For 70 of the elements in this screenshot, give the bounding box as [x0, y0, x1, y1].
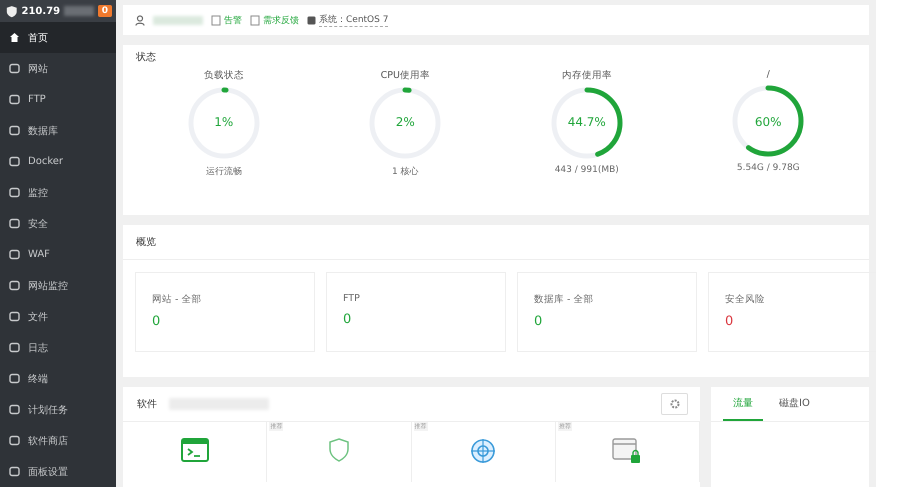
system-info[interactable]: 系统：CentOS 7 [319, 13, 388, 27]
tile-label: FTP [343, 293, 361, 304]
card-title: 概览 [123, 225, 869, 260]
menu-item[interactable]: 日志 [0, 332, 116, 363]
tile-label: 数据库 - 全部 [534, 293, 594, 306]
menu-item[interactable]: 文件 [0, 301, 116, 332]
gauge-detail: 443 / 991(MB) [554, 165, 619, 175]
menu-item[interactable]: 监控 [0, 177, 116, 208]
tile-label: 网站 - 全部 [152, 293, 202, 306]
menu-icon [9, 187, 20, 198]
card-title: 状态 [135, 50, 157, 65]
menu-icon [9, 404, 20, 415]
menu-icon [9, 156, 20, 167]
menu-icon [9, 373, 20, 384]
gauge-label: / [766, 69, 770, 80]
terminal-icon [180, 438, 209, 462]
tile-count: 0 [343, 312, 352, 327]
overview-tile[interactable]: 网站 - 全部 0 [135, 272, 315, 352]
menu-icon [9, 435, 20, 446]
tab[interactable]: 磁盘IO [769, 387, 820, 421]
gauge-value: 44.7% [568, 115, 606, 129]
settings-button[interactable] [661, 393, 688, 415]
menu-item[interactable]: 首页 [0, 22, 116, 53]
overview-tile[interactable]: 数据库 - 全部 0 [517, 272, 697, 352]
menu-item[interactable]: WAF [0, 239, 116, 270]
shield-icon [6, 4, 18, 18]
menu-icon [9, 218, 20, 229]
window-lock-icon [612, 438, 642, 464]
settings-icon [670, 399, 680, 409]
menu-icon [9, 342, 20, 353]
gauge-value: 60% [754, 115, 782, 129]
menu-item[interactable]: 安全 [0, 208, 116, 239]
menu-icon [9, 249, 20, 260]
user-icon [135, 14, 145, 26]
gauge-detail: 1 核心 [392, 166, 419, 178]
gauge-detail: 运行流畅 [206, 166, 242, 178]
tile-label: 安全风险 [725, 293, 766, 306]
gauge-label: CPU使用率 [380, 69, 430, 82]
menu-icon [9, 311, 20, 322]
redacted-text [153, 16, 203, 24]
tile-count: 0 [725, 314, 734, 329]
tile-count: 0 [152, 314, 162, 329]
redacted-text [64, 6, 94, 16]
menu-item[interactable]: FTP [0, 84, 116, 115]
chip-icon [307, 16, 316, 24]
menu-item[interactable]: 网站监控 [0, 270, 116, 301]
card-title: 软件 [137, 398, 157, 411]
menu-item[interactable]: 终端 [0, 363, 116, 394]
tile-count: 0 [534, 314, 544, 329]
gauge-detail: 5.54G / 9.78G [736, 163, 800, 173]
home-icon [9, 32, 20, 43]
overview-tile[interactable]: FTP 0 [326, 272, 506, 352]
server-ip: 210.79 [22, 6, 60, 16]
menu-item[interactable]: 软件商店 [0, 425, 116, 456]
shield-icon [328, 438, 350, 462]
menu-item[interactable]: 网站 [0, 53, 116, 84]
menu-item[interactable]: Docker [0, 146, 116, 177]
target-icon [470, 438, 496, 464]
gauge-value: 2% [396, 115, 415, 129]
gauge-value: 1% [214, 115, 234, 129]
menu-icon [9, 125, 20, 136]
menu-icon [9, 466, 20, 477]
menu-item[interactable]: 计划任务 [0, 394, 116, 425]
menu-icon [9, 63, 20, 74]
menu-item[interactable]: 数据库 [0, 115, 116, 146]
gauge-label: 内存使用率 [562, 69, 612, 82]
gauge-label: 负载状态 [204, 69, 244, 82]
menu-icon [9, 94, 20, 105]
menu-item[interactable]: 面板设置 [0, 456, 116, 487]
menu-icon [9, 280, 20, 291]
